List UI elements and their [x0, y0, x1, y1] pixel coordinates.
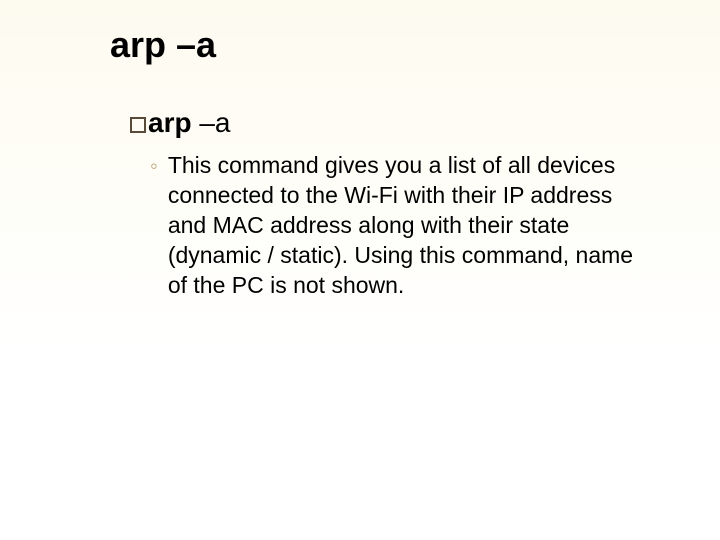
subheading: arp –a: [130, 108, 231, 139]
subhead-flag: –a: [199, 107, 230, 138]
slide: arp–a arp –a ◦ This command gives you a …: [0, 0, 720, 540]
body-text: This command gives you a list of all dev…: [168, 150, 642, 300]
square-bullet-icon: [130, 117, 146, 133]
title-flag: –a: [176, 24, 216, 65]
body-bullet-item: ◦ This command gives you a list of all d…: [150, 150, 642, 300]
slide-title: arp–a: [110, 24, 216, 66]
hollow-bullet-icon: ◦: [150, 151, 158, 181]
subhead-command: arp: [148, 107, 192, 138]
title-command: arp: [110, 24, 166, 65]
